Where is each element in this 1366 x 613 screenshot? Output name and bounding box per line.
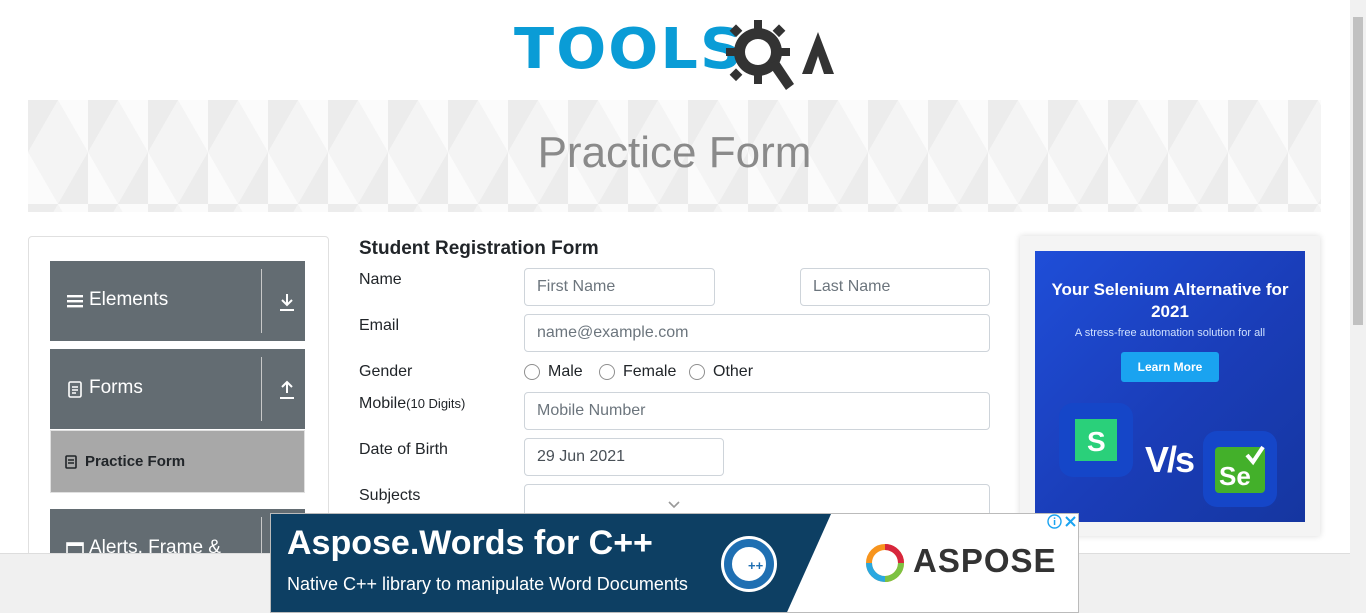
ad-headline: Your Selenium Alternative for 2021 (1051, 280, 1289, 321)
logo-qa-mark (726, 20, 834, 90)
dob-label: Date of Birth (359, 441, 448, 458)
radio-label[interactable]: Male (548, 363, 583, 381)
mobile-label: Mobile(10 Digits) (359, 395, 465, 413)
name-label: Name (359, 271, 402, 288)
toolsqa-logo[interactable]: TOOLS (514, 14, 838, 92)
scrollbar-thumb[interactable] (1353, 17, 1363, 325)
ad-subline: A stress-free automation solution for al… (1074, 327, 1266, 339)
mobile-label-text: Mobile (359, 395, 407, 412)
side-advertisement[interactable]: Your Selenium Alternative for 2021 A str… (1020, 236, 1320, 536)
logo-tools-text: TOOLS (514, 17, 745, 82)
ad-creative[interactable]: Your Selenium Alternative for 2021 A str… (1035, 251, 1305, 522)
upload-arrow-icon[interactable] (278, 379, 296, 401)
sidebar-item-practice-form[interactable]: Practice Form (50, 430, 305, 493)
divider (261, 269, 262, 333)
ad-title: Aspose.Words for C++ (287, 524, 653, 562)
svg-text:Se: Se (1219, 461, 1251, 491)
learn-more-button[interactable]: Learn More (1121, 352, 1219, 382)
last-name-input[interactable] (800, 268, 990, 306)
download-arrow-icon[interactable] (278, 291, 296, 313)
radio-label[interactable]: Female (623, 363, 676, 381)
sidebar-group-elements[interactable]: Elements (50, 261, 305, 341)
svg-text:S: S (1087, 426, 1106, 457)
ad-versus-text: V/s (1145, 439, 1195, 480)
divider (261, 357, 262, 421)
radio-circle[interactable] (524, 364, 540, 380)
svg-text:++: ++ (748, 558, 764, 573)
radio-circle[interactable] (599, 364, 615, 380)
form-title: Student Registration Form (359, 238, 599, 259)
email-input[interactable] (524, 314, 990, 352)
cpp-logo-icon: ++ (721, 536, 777, 592)
email-label: Email (359, 317, 400, 334)
radio-circle[interactable] (689, 364, 705, 380)
page-scrollbar[interactable] (1350, 0, 1366, 613)
page-banner: Practice Form (28, 100, 1321, 212)
bottom-advertisement[interactable]: Aspose.Words for C++ Native C++ library … (270, 513, 1079, 613)
subjects-label: Subjects (359, 487, 421, 504)
mobile-input[interactable] (524, 392, 990, 430)
gender-label: Gender (359, 363, 413, 380)
aspose-logo-icon (866, 544, 904, 582)
sidebar-group-label: Elements (89, 289, 169, 310)
hamburger-icon (67, 295, 83, 308)
first-name-input[interactable] (524, 268, 715, 306)
sidebar-group-label: Forms (89, 377, 143, 398)
katalon-logo-icon: S (1059, 403, 1133, 477)
radio-label[interactable]: Other (713, 363, 753, 381)
ad-brand-name: ASPOSE (913, 542, 1057, 579)
ad-subtitle: Native C++ library to manipulate Word Do… (287, 574, 688, 594)
ad-info-icon[interactable] (1047, 514, 1062, 529)
page-title: Practice Form (537, 128, 812, 177)
chevron-down-icon (668, 501, 680, 509)
sidebar-item-label: Practice Form (85, 453, 186, 470)
list-icon (65, 455, 77, 469)
document-icon (68, 381, 82, 398)
selenium-logo-icon: Se (1203, 431, 1277, 507)
date-of-birth-input[interactable] (524, 438, 724, 476)
sidebar-group-forms[interactable]: Forms (50, 349, 305, 429)
mobile-hint: (10 Digits) (406, 396, 466, 411)
close-icon[interactable] (1063, 514, 1078, 529)
